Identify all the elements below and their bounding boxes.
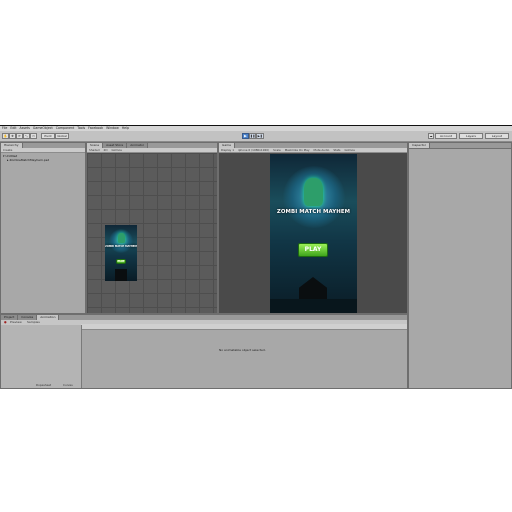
scene-game-preview[interactable]: ZOMBI MATCH MAYHEM PLAY bbox=[105, 225, 137, 281]
zombie-icon bbox=[118, 233, 125, 243]
resolution-dropdown[interactable]: iphone 6 (1080x1920) bbox=[238, 148, 269, 152]
dopesheet-tab[interactable]: Dopesheet bbox=[36, 383, 51, 387]
game-title: ZOMBI MATCH MAYHEM bbox=[276, 209, 351, 215]
tab-inspector[interactable]: Inspector bbox=[409, 143, 430, 148]
hierarchy-panel: Hierarchy Create ▾ Untitled ▸ ZombieMatc… bbox=[0, 142, 86, 314]
haunted-house-icon bbox=[115, 269, 127, 281]
scene-panel: Scene Asset Store Animator Shaded 2D Giz… bbox=[86, 142, 218, 314]
ground-silhouette bbox=[270, 299, 357, 313]
hand-tool-icon[interactable]: ✋ bbox=[2, 133, 9, 139]
maximize-on-play-toggle[interactable]: Maximize On Play bbox=[285, 148, 310, 152]
zombie-icon bbox=[304, 178, 323, 206]
scale-slider[interactable]: Scale bbox=[273, 148, 281, 152]
game-gizmos-dropdown[interactable]: Gizmos bbox=[345, 148, 355, 152]
game-play-button[interactable]: PLAY bbox=[298, 243, 328, 257]
unity-editor-window: File Edit Assets GameObject Component To… bbox=[0, 125, 512, 389]
main-toolbar: ✋ ✥ ⟳ ⤡ ▭ Pivot Global ▶ ❚❚ ▶❚ ☁ Account… bbox=[0, 131, 512, 142]
pivot-toggle[interactable]: Pivot bbox=[41, 133, 55, 139]
inspector-tabbar: Inspector bbox=[409, 143, 511, 149]
game-toolbar: Display 1 iphone 6 (1080x1920) Scale Max… bbox=[219, 148, 407, 153]
2d-toggle[interactable]: 2D bbox=[104, 148, 108, 152]
gizmos-dropdown[interactable]: Gizmos bbox=[111, 148, 121, 152]
game-screen[interactable]: ZOMBI MATCH MAYHEM PLAY bbox=[270, 154, 357, 313]
cloud-icon[interactable]: ☁ bbox=[428, 133, 434, 139]
tree-item-label: ZombieMatchMayhem.psd bbox=[9, 158, 50, 162]
property-list: Dopesheet Curves bbox=[1, 325, 82, 388]
animation-panel: Project Console Animation ● Preview Samp… bbox=[0, 314, 408, 389]
scene-play-graphic: PLAY bbox=[116, 259, 126, 264]
no-object-message: No animatable object selected. bbox=[219, 348, 266, 352]
step-button[interactable]: ▶❚ bbox=[256, 133, 264, 139]
mute-audio-toggle[interactable]: Mute Audio bbox=[314, 148, 330, 152]
shading-mode-dropdown[interactable]: Shaded bbox=[89, 148, 100, 152]
display-dropdown[interactable]: Display 1 bbox=[221, 148, 234, 152]
scene-viewport[interactable]: ZOMBI MATCH MAYHEM PLAY bbox=[87, 153, 217, 313]
tree-item-psd[interactable]: ▸ ZombieMatchMayhem.psd bbox=[3, 158, 49, 162]
inspector-panel: Inspector bbox=[408, 142, 512, 389]
timeline-ruler[interactable] bbox=[81, 324, 407, 330]
global-toggle[interactable]: Global bbox=[55, 133, 69, 139]
game-panel: Game Display 1 iphone 6 (1080x1920) Scal… bbox=[218, 142, 408, 314]
move-tool-icon[interactable]: ✥ bbox=[9, 133, 16, 139]
scale-tool-icon[interactable]: ⤡ bbox=[23, 133, 30, 139]
hierarchy-toolbar: Create bbox=[1, 148, 85, 153]
hierarchy-tree: ▾ Untitled ▸ ZombieMatchMayhem.psd bbox=[3, 154, 49, 162]
hierarchy-create-button[interactable]: Create bbox=[3, 148, 12, 152]
stats-toggle[interactable]: Stats bbox=[333, 148, 340, 152]
scene-game-title: ZOMBI MATCH MAYHEM bbox=[105, 245, 137, 248]
play-button[interactable]: ▶ bbox=[242, 133, 249, 139]
account-dropdown[interactable]: Account bbox=[435, 133, 457, 139]
layers-dropdown[interactable]: Layers bbox=[459, 133, 483, 139]
rotate-tool-icon[interactable]: ⟳ bbox=[16, 133, 23, 139]
curves-tab[interactable]: Curves bbox=[63, 383, 73, 387]
layout-dropdown[interactable]: Layout bbox=[485, 133, 509, 139]
pause-button[interactable]: ❚❚ bbox=[249, 133, 256, 139]
rect-tool-icon[interactable]: ▭ bbox=[30, 133, 37, 139]
